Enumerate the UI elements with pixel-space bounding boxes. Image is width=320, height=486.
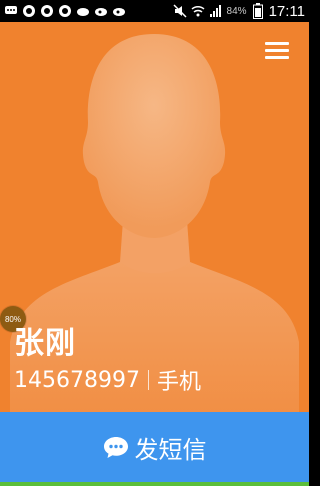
battery-percent: 84% bbox=[226, 5, 247, 17]
clock: 17:11 bbox=[268, 2, 305, 20]
phone-number: 145678997 bbox=[14, 367, 140, 393]
mute-icon bbox=[173, 4, 187, 18]
menu-bar bbox=[265, 56, 289, 59]
menu-button[interactable] bbox=[265, 42, 289, 64]
weibo-icon bbox=[94, 4, 108, 18]
send-sms-label: 发短信 bbox=[134, 435, 207, 464]
qq-icon bbox=[58, 4, 72, 18]
menu-bar bbox=[265, 42, 289, 45]
message-icon bbox=[4, 4, 18, 18]
weibo-icon bbox=[112, 4, 126, 18]
system-icons: 84% 17:11 bbox=[173, 3, 309, 20]
qq-icon bbox=[40, 4, 54, 18]
menu-bar bbox=[265, 49, 289, 52]
wifi-icon bbox=[191, 4, 205, 18]
signal-icon bbox=[209, 4, 223, 18]
weather-icon bbox=[76, 4, 90, 18]
phone-type: 手机 bbox=[156, 370, 201, 395]
phone-row[interactable]: 145678997 手机 bbox=[14, 364, 201, 396]
bottom-strip bbox=[0, 482, 309, 486]
screen: 84% 17:11 80% 张刚 145678997 手机 发短信 bbox=[0, 0, 309, 486]
chat-bubble-icon bbox=[103, 437, 128, 458]
phone-divider bbox=[147, 370, 149, 390]
notification-icons bbox=[0, 4, 126, 18]
contact-name: 张刚 bbox=[14, 326, 76, 361]
contact-header: 80% 张刚 145678997 手机 bbox=[0, 22, 309, 412]
send-sms-button[interactable]: 发短信 bbox=[0, 412, 309, 482]
status-bar: 84% 17:11 bbox=[0, 0, 309, 22]
battery-icon bbox=[251, 3, 265, 19]
qq-icon bbox=[22, 4, 36, 18]
